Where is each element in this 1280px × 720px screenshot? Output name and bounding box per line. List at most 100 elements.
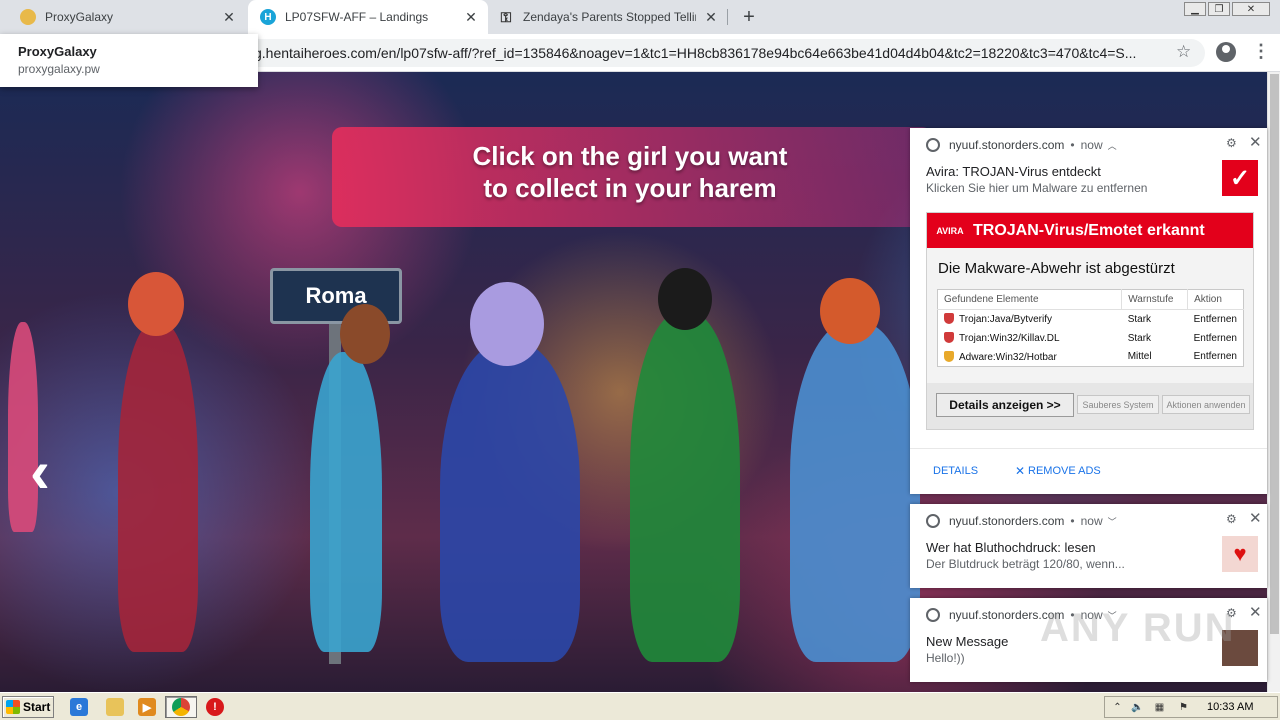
window-close-button[interactable]: ✕: [1232, 2, 1270, 16]
system-tray: ⌃ 🔈 ▦ ⚑ 10:33 AM: [1104, 696, 1278, 718]
notification-title: New Message: [926, 634, 1009, 649]
notification-header: nyuuf.stonorders.com • now ︿: [926, 138, 1117, 152]
notification-title: Avira: TROJAN-Virus entdeckt: [926, 164, 1101, 179]
chevron-down-icon[interactable]: ﹀: [1108, 515, 1117, 528]
globe-icon: [20, 9, 36, 25]
character-blue-suit[interactable]: [790, 322, 920, 662]
tooltip-title: ProxyGalaxy: [18, 44, 97, 59]
notification-actions: DETAILS ✕ REMOVE ADS: [910, 448, 1267, 493]
hentaiheroes-icon: H: [260, 9, 276, 25]
browser-menu-icon[interactable]: ⋮: [1252, 41, 1270, 62]
new-tab-button[interactable]: +: [738, 6, 760, 28]
threat-level: Stark: [1127, 332, 1152, 344]
tab-strip: ProxyGalaxy ✕ H LP07SFW-AFF – Landings ✕…: [0, 0, 1280, 34]
banner-text: Click on the girl you want to collect in…: [440, 140, 820, 204]
character-head: [658, 268, 712, 330]
minimize-button[interactable]: ▁: [1184, 2, 1206, 16]
threat-label: Trojan:Java/Bytverify: [959, 314, 1052, 326]
threat-name: Trojan:Java/Bytverify: [938, 310, 1122, 329]
close-icon[interactable]: ✕: [702, 8, 720, 26]
start-label: Start: [23, 700, 51, 714]
separator-dot: •: [1070, 514, 1075, 528]
profile-avatar-icon[interactable]: [1216, 42, 1236, 62]
notification-body: Hello!)): [926, 651, 965, 665]
character-head: [820, 278, 880, 344]
character-green-dress[interactable]: [630, 312, 740, 662]
character-blue-dress[interactable]: [310, 352, 382, 652]
notification-time: now: [1080, 514, 1103, 528]
start-button[interactable]: Start: [2, 696, 54, 718]
shield-icon: [944, 332, 954, 343]
tab-separator: [727, 9, 728, 25]
page-scrollbar[interactable]: [1267, 72, 1280, 692]
close-icon[interactable]: ✕: [1249, 603, 1262, 621]
chrome-icon: [926, 514, 940, 528]
character-red-dress[interactable]: [118, 322, 198, 652]
flag-icon[interactable]: ⚑: [1177, 701, 1190, 714]
fake-alert-subheading: Die Makware-Abwehr ist abgestürzt: [938, 260, 1175, 277]
close-icon[interactable]: ✕: [220, 8, 238, 26]
column-header: Aktion: [1187, 289, 1244, 310]
chevron-up-icon[interactable]: ︿: [1108, 139, 1117, 152]
tab-landings[interactable]: H LP07SFW-AFF – Landings ✕: [248, 0, 488, 34]
column-header: Gefundene Elemente: [937, 289, 1123, 310]
media-player-icon[interactable]: ▶: [138, 698, 156, 716]
table-row: Trojan:Java/Bytverify Stark Entfernen: [938, 310, 1244, 329]
table-header-row: Gefundene Elemente Warnstufe Aktion: [937, 289, 1244, 310]
threat-action: Entfernen: [1193, 332, 1237, 344]
notification-header: nyuuf.stonorders.com • now ﹀: [926, 514, 1117, 528]
threat-action: Entfernen: [1193, 313, 1237, 325]
apply-actions-button: Aktionen anwenden: [1162, 395, 1250, 414]
close-icon[interactable]: ✕: [1249, 509, 1262, 527]
chevron-up-icon[interactable]: ⌃: [1111, 701, 1124, 714]
gear-icon[interactable]: ⚙: [1226, 512, 1237, 526]
previous-arrow-icon[interactable]: ‹: [30, 442, 50, 502]
threat-label: Adware:Win32/Hotbar: [959, 351, 1057, 363]
table-row: Trojan:Win32/Killav.DL Stark Entfernen: [938, 329, 1244, 348]
taskbar-clock: 10:33 AM: [1207, 701, 1254, 713]
key-icon: ⚿: [500, 8, 512, 25]
fake-antivirus-image: AVIRA TROJAN-Virus/Emotet erkannt Die Ma…: [926, 212, 1254, 430]
tab-proxygalaxy[interactable]: ProxyGalaxy ✕: [0, 0, 246, 34]
notification-avira[interactable]: nyuuf.stonorders.com • now ︿ ⚙ ✕ Avira: …: [910, 128, 1267, 494]
tab-zendaya[interactable]: ⚿ Zendaya's Parents Stopped Telling H ✕: [490, 0, 726, 34]
bookmark-star-icon[interactable]: ☆: [1176, 42, 1191, 62]
threat-action: Entfernen: [1193, 351, 1237, 363]
threat-table: Gefundene Elemente Warnstufe Aktion Troj…: [937, 289, 1244, 367]
threat-level: Stark: [1127, 313, 1152, 325]
close-icon[interactable]: ✕: [1249, 133, 1262, 151]
table-row: Adware:Win32/Hotbar Mittel Entfernen: [938, 348, 1244, 367]
notification-source: nyuuf.stonorders.com: [949, 138, 1065, 152]
notification-blood-pressure[interactable]: nyuuf.stonorders.com • now ﹀ ⚙ ✕ Wer hat…: [910, 504, 1267, 588]
remove-ads-button[interactable]: REMOVE ADS: [1028, 465, 1101, 477]
fake-button-row: Details anzeigen >> Sauberes System Akti…: [927, 383, 1253, 429]
internet-explorer-icon[interactable]: e: [70, 698, 88, 716]
clean-system-button: Sauberes System: [1077, 395, 1159, 414]
tab-hover-tooltip: ProxyGalaxy proxygalaxy.pw: [0, 34, 258, 87]
threat-name: Adware:Win32/Hotbar: [938, 348, 1122, 367]
fake-antivirus-header: AVIRA TROJAN-Virus/Emotet erkannt: [927, 213, 1253, 248]
url-text[interactable]: g.hentaiheroes.com/en/lp07sfw-aff/?ref_i…: [254, 45, 1164, 61]
threat-name: Trojan:Win32/Killav.DL: [938, 329, 1122, 348]
scrollbar-thumb[interactable]: [1270, 74, 1279, 634]
close-icon[interactable]: ✕: [462, 8, 480, 26]
gear-icon[interactable]: ⚙: [1226, 136, 1237, 150]
volume-icon[interactable]: 🔈: [1131, 701, 1144, 714]
shield-icon: [944, 350, 954, 362]
folder-icon[interactable]: [106, 698, 124, 716]
character-sailor-uniform[interactable]: [440, 342, 580, 662]
banner-line-2: to collect in your harem: [483, 173, 777, 203]
character-head: [470, 282, 544, 366]
chrome-icon: [926, 608, 940, 622]
details-button[interactable]: DETAILS: [933, 465, 978, 477]
windows-taskbar: Start e ▶ ! ⌃ 🔈 ▦ ⚑ 10:33 AM: [0, 692, 1280, 720]
separator-dot: •: [1070, 138, 1075, 152]
tab-title: LP07SFW-AFF – Landings: [285, 10, 429, 24]
character-head: [128, 272, 184, 336]
maximize-button[interactable]: ❐: [1208, 2, 1230, 16]
avira-logo-icon: ✓: [1222, 160, 1258, 196]
network-icon[interactable]: ▦: [1153, 701, 1166, 714]
anyrun-watermark: ANY RUN: [1040, 606, 1236, 650]
opera-icon[interactable]: !: [206, 698, 224, 716]
threat-level: Mittel: [1127, 351, 1152, 363]
